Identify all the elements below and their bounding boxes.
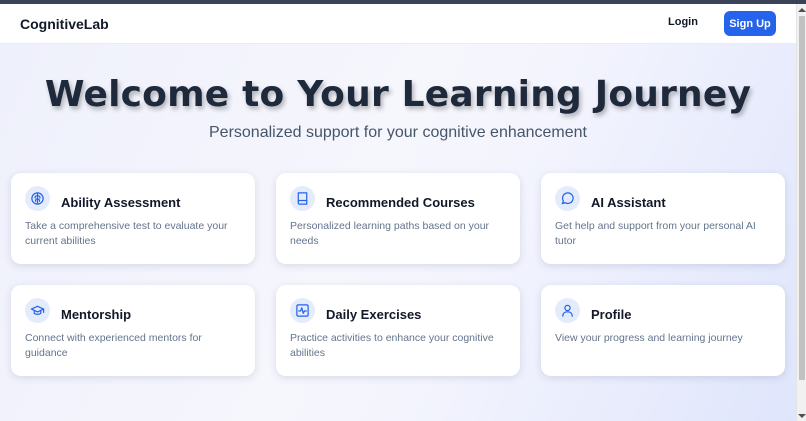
card-title: Profile bbox=[591, 307, 632, 322]
card-mentorship[interactable]: Mentorship Connect with experienced ment… bbox=[11, 285, 255, 376]
login-link[interactable]: Login bbox=[668, 16, 698, 28]
card-description: Practice activities to enhance your cogn… bbox=[290, 332, 494, 359]
navbar: CognitiveLab Login Sign Up bbox=[0, 4, 796, 44]
card-title: AI Assistant bbox=[591, 195, 666, 210]
graduation-cap-icon bbox=[25, 298, 50, 323]
user-icon bbox=[555, 298, 580, 323]
card-daily-exercises[interactable]: Daily Exercises Practice activities to e… bbox=[276, 285, 520, 376]
card-description: Personalized learning paths based on you… bbox=[290, 220, 490, 247]
hero-title: Welcome to Your Learning Journey bbox=[44, 74, 752, 115]
card-title: Daily Exercises bbox=[326, 307, 422, 322]
card-description: Get help and support from your personal … bbox=[555, 220, 756, 247]
activity-icon bbox=[290, 298, 315, 323]
card-ai-assistant[interactable]: AI Assistant Get help and support from y… bbox=[541, 173, 785, 264]
card-description: Take a comprehensive test to evaluate yo… bbox=[25, 220, 228, 247]
signup-button[interactable]: Sign Up bbox=[724, 11, 776, 36]
card-title: Ability Assessment bbox=[61, 195, 181, 210]
scroll-up-arrow-icon[interactable] bbox=[798, 8, 806, 12]
brain-icon bbox=[25, 186, 50, 211]
card-profile[interactable]: Profile View your progress and learning … bbox=[541, 285, 785, 376]
scroll-down-arrow-icon[interactable] bbox=[798, 414, 806, 418]
chat-bubble-icon bbox=[555, 186, 580, 211]
card-title: Recommended Courses bbox=[326, 195, 475, 210]
main-content: Welcome to Your Learning Journey Persona… bbox=[0, 44, 796, 421]
card-description: View your progress and learning journey bbox=[555, 332, 743, 344]
hero-subtitle: Personalized support for your cognitive … bbox=[209, 124, 587, 141]
card-recommended-courses[interactable]: Recommended Courses Personalized learnin… bbox=[276, 173, 520, 264]
card-description: Connect with experienced mentors for gui… bbox=[25, 332, 202, 359]
vertical-scrollbar[interactable] bbox=[796, 4, 806, 421]
brand-logo[interactable]: CognitiveLab bbox=[20, 16, 109, 32]
book-icon bbox=[290, 186, 315, 211]
card-ability-assessment[interactable]: Ability Assessment Take a comprehensive … bbox=[11, 173, 255, 264]
card-title: Mentorship bbox=[61, 307, 132, 322]
scrollbar-thumb[interactable] bbox=[799, 16, 805, 380]
